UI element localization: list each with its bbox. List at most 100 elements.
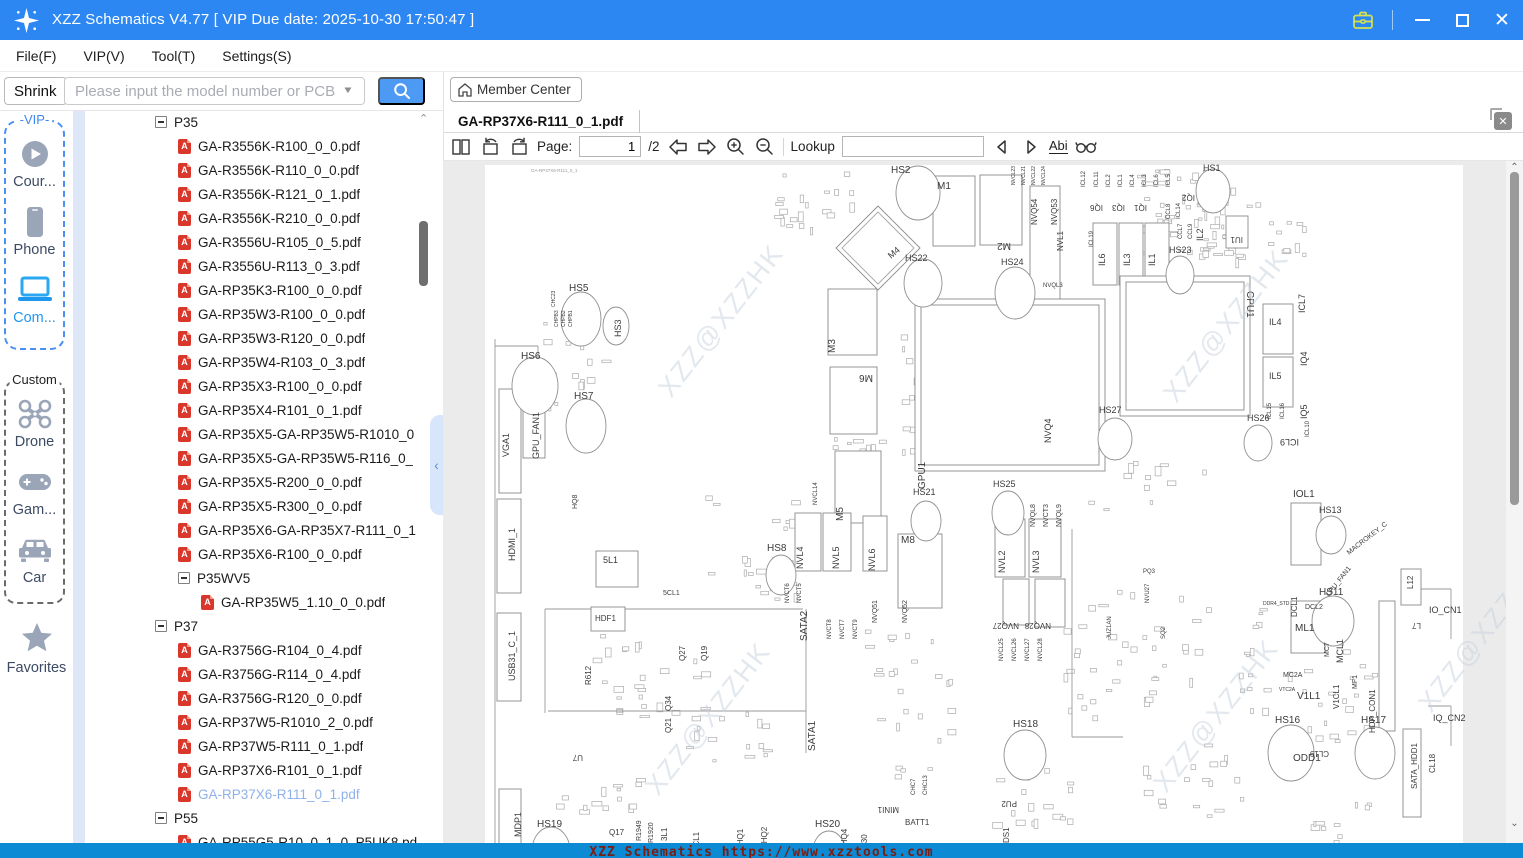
minimize-button[interactable] — [1411, 9, 1433, 31]
svg-text:GA-RP37X6-R111_0_1: GA-RP37X6-R111_0_1 — [531, 168, 578, 173]
tree-folder[interactable]: P35WV5 — [85, 566, 417, 590]
sidebar-item-game[interactable]: Gam... — [6, 463, 63, 518]
tree-item[interactable]: A GA-RP35X5-R300_0_0.pdf — [85, 494, 417, 518]
svg-text:V1L1: V1L1 — [1297, 691, 1321, 702]
tree-item[interactable]: A GA-RP35W5_1.10_0_0.pdf — [85, 590, 417, 614]
model-search-input[interactable] — [64, 77, 365, 105]
sidebar-item-phone[interactable]: Phone — [6, 203, 63, 258]
tree-item[interactable]: A GA-RP35X6-GA-RP35X7-R111_0_1 — [85, 518, 417, 542]
svg-text:HS11: HS11 — [1319, 587, 1344, 598]
panel-collapse-handle[interactable]: ‹ — [430, 415, 443, 515]
svg-text:NVL2: NVL2 — [997, 550, 1007, 573]
tree-item-label: GA-RP35X5-R300_0_0.pdf — [198, 498, 362, 514]
maximize-button[interactable] — [1451, 9, 1473, 31]
chevron-down-icon[interactable]: ▼ — [342, 84, 354, 95]
tree-item[interactable]: A GA-RP35X6-R100_0_0.pdf — [85, 542, 417, 566]
svg-text:MF1: MF1 — [1352, 675, 1359, 689]
sidebar-item-computer[interactable]: Com... — [6, 271, 63, 326]
zoom-in-icon[interactable] — [725, 136, 747, 158]
tab-open-pdf[interactable]: GA-RP37X6-R111_0_1.pdf — [458, 110, 641, 133]
two-page-view-icon[interactable] — [450, 136, 472, 158]
member-center-button[interactable]: Member Center — [450, 77, 582, 102]
tree-item[interactable]: A GA-RP35X3-R100_0_0.pdf — [85, 374, 417, 398]
tree-scroll-up-icon[interactable]: ⌃ — [419, 112, 428, 125]
previous-page-icon[interactable] — [667, 136, 689, 158]
next-page-icon[interactable] — [696, 136, 718, 158]
tree-item[interactable]: A GA-R3556K-R210_0_0.pdf — [85, 206, 417, 230]
tree-item[interactable]: A GA-RP55G5-R10_0_1_0_P5UK8.pdf — [85, 830, 417, 843]
tree-item-label: GA-RP35X5-GA-RP35W5-R116_0_ — [198, 450, 414, 466]
tree-item[interactable]: A GA-RP35X5-R200_0_0.pdf — [85, 470, 417, 494]
rotate-right-icon[interactable] — [508, 136, 530, 158]
pdf-file-icon: A — [178, 666, 191, 682]
tree-item[interactable]: A GA-RP37W5-R111_0_1.pdf — [85, 734, 417, 758]
svg-text:NVQ51: NVQ51 — [872, 600, 879, 623]
rotate-left-icon[interactable] — [479, 136, 501, 158]
collapse-folder-icon[interactable] — [178, 572, 190, 584]
svg-text:DS1: DS1 — [1002, 827, 1011, 843]
tree-item[interactable]: A GA-RP35X5-GA-RP35W5-R116_0_ — [85, 446, 417, 470]
tree-item[interactable]: A GA-R3556K-R121_0_1.pdf — [85, 182, 417, 206]
next-result-icon[interactable] — [1020, 136, 1042, 158]
tree-item[interactable]: A GA-R3556U-R105_0_5.pdf — [85, 230, 417, 254]
reading-glasses-icon[interactable] — [1074, 136, 1097, 158]
page-number-input[interactable] — [579, 136, 642, 157]
tree-item[interactable]: A GA-RP37X6-R101_0_1.pdf — [85, 758, 417, 782]
tree-folder[interactable]: P35 — [85, 110, 417, 134]
tree-item[interactable]: A GA-RP35W4-R103_0_3.pdf — [85, 350, 417, 374]
tree-item[interactable]: A GA-R3756G-R114_0_4.pdf — [85, 662, 417, 686]
viewer-scrollbar[interactable]: ⌃ ⌄ — [1506, 161, 1523, 843]
schematic-canvas[interactable]: GA-RP37X6-R111_0_1 HS2 M1 M2 M4 HS22 HS24 NVCL2… — [443, 161, 1523, 843]
menu-item-file[interactable]: File(F) — [16, 48, 56, 64]
lookup-input[interactable] — [841, 136, 984, 157]
collapse-folder-icon[interactable] — [155, 116, 167, 128]
collapse-folder-icon[interactable] — [155, 620, 167, 632]
sidebar-item-drone[interactable]: Drone — [6, 395, 63, 450]
menu-item-settings[interactable]: Settings(S) — [222, 48, 291, 64]
sidebar-item-favorites[interactable]: Favorites — [0, 622, 73, 676]
tree-item[interactable]: A GA-R3756G-R104_0_4.pdf — [85, 638, 417, 662]
close-all-tabs-icon[interactable]: ✕ — [1490, 108, 1512, 130]
tree-item[interactable]: A GA-RP37W5-R1010_2_0.pdf — [85, 710, 417, 734]
tree-item-label: GA-RP35X5-GA-RP35W5-R1010_0 — [198, 426, 415, 442]
zoom-out-icon[interactable] — [754, 136, 776, 158]
svg-text:Q27: Q27 — [678, 645, 687, 661]
close-button[interactable]: ✕ — [1491, 9, 1513, 31]
tree-item[interactable]: A GA-RP35X5-GA-RP35W5-R1010_0 — [85, 422, 417, 446]
scroll-down-icon[interactable]: ⌄ — [1506, 818, 1523, 829]
match-case-option[interactable]: Abi — [1048, 139, 1068, 154]
viewer-scrollbar-thumb[interactable] — [1510, 172, 1519, 505]
tree-folder[interactable]: P55 — [85, 806, 417, 830]
shrink-button[interactable]: Shrink — [4, 77, 67, 105]
tree-item[interactable]: A GA-RP35W3-R100_0_0.pdf — [85, 302, 417, 326]
svg-text:SATA2: SATA2 — [799, 610, 810, 641]
tree-item[interactable]: A GA-R3756G-R120_0_0.pdf — [85, 686, 417, 710]
svg-text:ICL12: ICL12 — [1081, 170, 1087, 187]
svg-text:VTC2A: VTC2A — [1279, 687, 1296, 693]
svg-text:HS26: HS26 — [1247, 413, 1270, 423]
sidebar-item-car[interactable]: Car — [6, 531, 63, 586]
title-bar: XZZ Schematics V4.77 [ VIP Due date: 202… — [0, 0, 1523, 40]
sidebar-item-courses[interactable]: Cour... — [6, 135, 63, 190]
menu-item-tool[interactable]: Tool(T) — [152, 48, 196, 64]
tree-folder[interactable]: P37 — [85, 614, 417, 638]
vip-group-label: -VIP- — [16, 112, 53, 127]
svg-text:CHC23: CHC23 — [551, 290, 557, 307]
collapse-folder-icon[interactable] — [155, 812, 167, 824]
search-button[interactable] — [378, 77, 425, 105]
svg-text:BATT1: BATT1 — [905, 818, 930, 827]
tree-item[interactable]: A GA-R3556K-R100_0_0.pdf — [85, 134, 417, 158]
tree-item[interactable]: A GA-RP35W3-R120_0_0.pdf — [85, 326, 417, 350]
tree-item[interactable]: A GA-RP37X6-R111_0_1.pdf — [85, 782, 417, 806]
tree-item[interactable]: A GA-RP35K3-R100_0_0.pdf — [85, 278, 417, 302]
tree-item[interactable]: A GA-R3556U-R113_0_3.pdf — [85, 254, 417, 278]
svg-text:CHQ1: CHQ1 — [736, 828, 745, 843]
menu-item-vip[interactable]: VIP(V) — [83, 48, 124, 64]
tree-item[interactable]: A GA-RP35X4-R101_0_1.pdf — [85, 398, 417, 422]
tree-item[interactable]: A GA-R3556K-R110_0_0.pdf — [85, 158, 417, 182]
previous-result-icon[interactable] — [991, 136, 1013, 158]
svg-text:HS18: HS18 — [1013, 719, 1038, 730]
custom-group: Custom Drone Gam... Car — [4, 372, 65, 604]
briefcase-icon[interactable] — [1352, 9, 1374, 31]
tree-scrollbar-thumb[interactable] — [419, 221, 428, 286]
